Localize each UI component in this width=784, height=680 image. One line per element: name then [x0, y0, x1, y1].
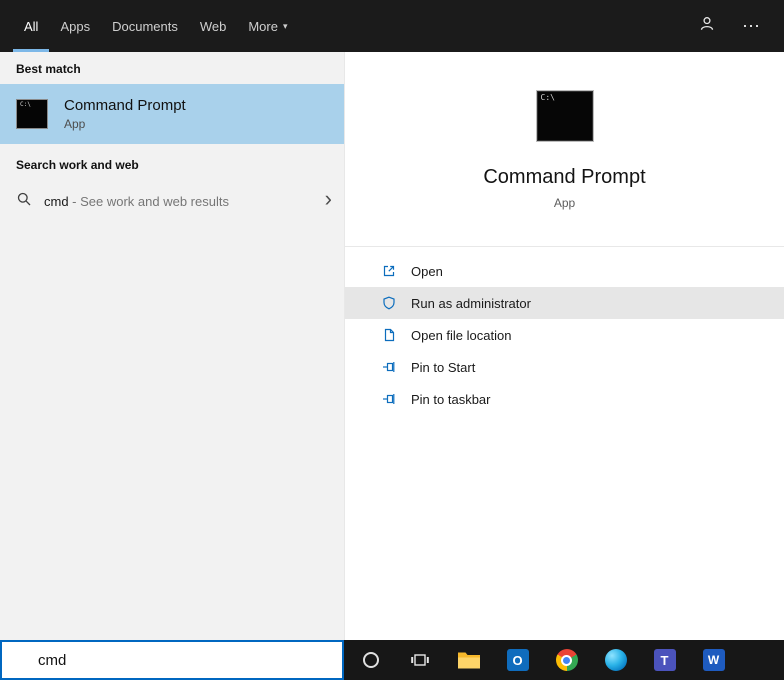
- open-file-location-icon: [384, 328, 395, 342]
- taskbar: O T W: [344, 640, 784, 680]
- command-prompt-large-icon: C:\: [535, 90, 594, 142]
- preview-panel: C:\ Command Prompt App Open Run as admin…: [344, 52, 784, 640]
- cmd-glyph: C:\: [540, 93, 555, 102]
- taskbar-task-view-button[interactable]: [395, 640, 444, 680]
- suggestion-description: - See work and web results: [68, 193, 229, 209]
- cortana-icon: [362, 652, 379, 668]
- user-account-icon[interactable]: [698, 15, 716, 38]
- edge-icon: [604, 649, 627, 671]
- taskbar-word-button[interactable]: W: [689, 640, 738, 680]
- header-actions: ⋯: [698, 0, 784, 52]
- tab-all[interactable]: All: [13, 0, 49, 52]
- task-view-icon: [410, 654, 429, 666]
- tab-documents[interactable]: Documents: [101, 0, 189, 52]
- taskbar-teams-button[interactable]: T: [640, 640, 689, 680]
- best-match-result[interactable]: C:\ Command Prompt App: [0, 84, 344, 144]
- chevron-down-icon: ▾: [282, 20, 288, 31]
- pin-to-start-action[interactable]: Pin to Start: [345, 351, 784, 383]
- outlook-icon: O: [506, 649, 529, 671]
- pin-to-start-label: Pin to Start: [411, 359, 476, 375]
- tab-apps[interactable]: Apps: [49, 0, 101, 52]
- best-match-text: Command Prompt App: [64, 97, 186, 131]
- search-header: All Apps Documents Web More ▾ ⋯: [0, 0, 784, 52]
- suggestion-query: cmd: [44, 193, 69, 209]
- open-action[interactable]: Open: [345, 255, 784, 287]
- search-web-heading: Search work and web: [16, 158, 139, 172]
- tab-web-label: Web: [199, 18, 227, 34]
- pin-to-taskbar-icon: [383, 394, 395, 404]
- suggestion-text: cmd - See work and web results: [44, 194, 229, 209]
- taskbar-chrome-button[interactable]: [542, 640, 591, 680]
- divider: [345, 246, 784, 247]
- context-actions: Open Run as administrator Open file loca…: [345, 255, 784, 415]
- teams-icon: T: [653, 649, 676, 671]
- run-as-admin-icon: [383, 296, 395, 310]
- chevron-right-icon[interactable]: ›: [325, 188, 332, 214]
- search-icon: [16, 191, 32, 212]
- run-as-admin-action[interactable]: Run as administrator: [345, 287, 784, 319]
- pin-to-taskbar-action[interactable]: Pin to taskbar: [345, 383, 784, 415]
- web-suggestion-row[interactable]: cmd - See work and web results ›: [0, 182, 344, 220]
- pin-to-taskbar-label: Pin to taskbar: [411, 391, 491, 407]
- tab-more-label: More: [248, 18, 278, 34]
- search-input[interactable]: [2, 642, 342, 678]
- chrome-icon: [555, 649, 578, 671]
- pin-to-start-icon: [383, 362, 395, 372]
- app-title: Command Prompt: [483, 166, 646, 188]
- open-file-location-action[interactable]: Open file location: [345, 319, 784, 351]
- command-prompt-icon: C:\: [16, 99, 48, 129]
- filter-tabs: All Apps Documents Web More ▾: [0, 0, 299, 52]
- open-action-label: Open: [411, 263, 443, 279]
- taskbar-search-box[interactable]: [0, 640, 344, 680]
- taskbar-outlook-button[interactable]: O: [493, 640, 542, 680]
- taskbar-file-explorer-button[interactable]: [444, 640, 493, 680]
- results-panel: Best match C:\ Command Prompt App Search…: [0, 52, 344, 640]
- word-icon: W: [702, 649, 725, 671]
- best-match-heading: Best match: [16, 62, 81, 76]
- best-match-subtitle: App: [64, 117, 86, 131]
- cmd-glyph: C:\: [20, 101, 31, 108]
- tab-documents-label: Documents: [112, 18, 178, 34]
- tab-more[interactable]: More ▾: [237, 0, 298, 52]
- tab-all-label: All: [24, 18, 39, 34]
- taskbar-cortana-button[interactable]: [346, 640, 395, 680]
- taskbar-edge-button[interactable]: [591, 640, 640, 680]
- file-explorer-icon: [457, 652, 480, 669]
- open-icon: [383, 265, 395, 277]
- app-subtitle: App: [553, 196, 576, 210]
- tab-apps-label: Apps: [60, 18, 91, 34]
- run-as-admin-label: Run as administrator: [411, 295, 531, 311]
- more-options-icon[interactable]: ⋯: [742, 17, 762, 35]
- best-match-title: Command Prompt: [64, 97, 186, 114]
- tab-web[interactable]: Web: [189, 0, 238, 52]
- open-file-location-label: Open file location: [411, 327, 512, 343]
